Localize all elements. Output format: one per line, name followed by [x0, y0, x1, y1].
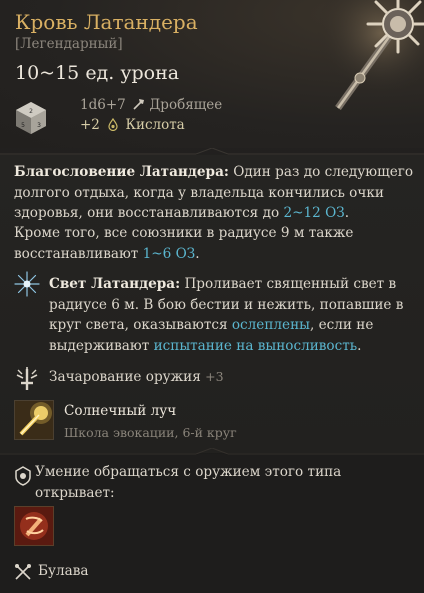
light-paragraph: Свет Латандера: Проливает священный свет…	[49, 274, 409, 356]
bludgeoning-icon	[133, 99, 145, 110]
item-damage: 10~15 ед. урона	[15, 62, 180, 84]
sunbeam-spell-icon[interactable]	[14, 400, 54, 440]
acid-icon	[108, 117, 118, 132]
enchant-value: +3	[205, 369, 224, 384]
mace-icon	[15, 564, 31, 580]
light-title: Свет Латандера:	[49, 276, 181, 292]
item-rarity: [Легендарный]	[15, 36, 123, 52]
bonus-damage: +2	[80, 117, 100, 133]
proficiency-icon	[15, 466, 31, 486]
spell-school: Школа эвокации, 6-й круг	[64, 425, 237, 440]
bonus-type: Кислота	[125, 117, 185, 133]
weapon-enchant: Зачарование оружия +3	[49, 369, 224, 385]
enchant-label: Зачарование оружия	[49, 369, 201, 385]
damage-type: Дробящее	[149, 97, 223, 113]
blessing-heal-value[interactable]: 2~12 ОЗ	[283, 205, 344, 221]
weapon-type: Булава	[38, 563, 89, 579]
item-mace-image	[316, 0, 424, 110]
blessing-text-end: .	[344, 205, 350, 221]
item-name: Кровь Латандера	[15, 10, 198, 34]
allies-paragraph: Кроме того, все союзники в радиусе 9 м т…	[14, 223, 414, 264]
damage-dice: 1d6+7	[80, 97, 126, 113]
spell-name: Солнечный луч	[64, 403, 177, 419]
blessing-title: Благословение Латандера:	[14, 164, 229, 180]
svg-text:5: 5	[21, 122, 25, 129]
allies-text-end: .	[195, 245, 200, 262]
svg-text:2: 2	[29, 108, 33, 115]
constitution-save[interactable]: испытание на выносливость	[154, 338, 358, 354]
radiant-star-icon	[14, 271, 40, 297]
svg-text:3: 3	[37, 122, 41, 129]
d6-die-icon: 2 5 3	[16, 102, 46, 134]
bonus-damage-line: +2 Кислота	[80, 117, 185, 133]
item-tooltip: Кровь Латандера [Легендарный] 10~15 ед. …	[0, 0, 424, 593]
blessing-paragraph: Благословение Латандера: Один раз до сле…	[14, 162, 414, 224]
proficiency-text: Умение обращаться с оружием этого типа о…	[35, 464, 342, 501]
weapon-enchant-icon	[16, 367, 38, 390]
light-text-end: .	[357, 337, 362, 354]
weapon-action-icon[interactable]	[14, 506, 54, 546]
blinded-condition[interactable]: ослеплены	[232, 317, 310, 333]
allies-heal-value[interactable]: 1~6 ОЗ	[143, 246, 196, 262]
damage-dice-line: 1d6+7 Дробящее	[80, 97, 222, 113]
